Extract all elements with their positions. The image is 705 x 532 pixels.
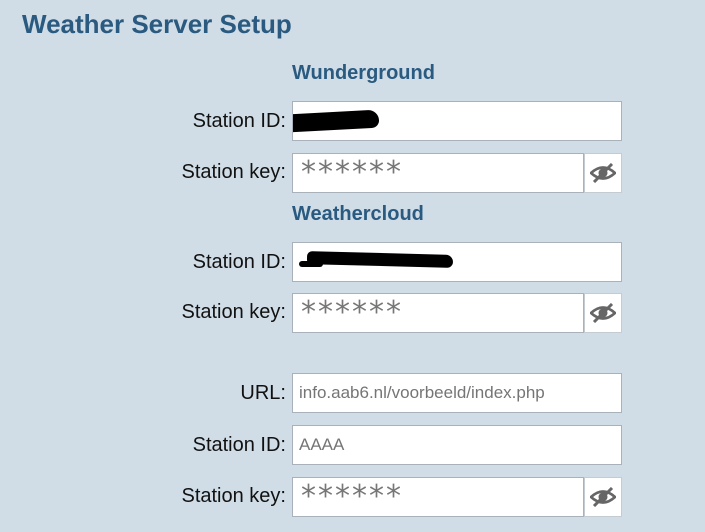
weathercloud-toggle-visibility-button[interactable] [584,293,622,333]
redaction-mark [299,261,323,267]
custom-url-label: URL: [240,382,286,404]
weathercloud-station-id-label: Station ID: [192,251,286,273]
custom-station-key-field[interactable]: ****** [292,477,584,517]
weathercloud-station-key-mask: ****** [301,295,403,330]
eye-slash-icon [590,163,616,183]
wunderground-toggle-visibility-button[interactable] [584,153,622,193]
wunderground-station-id-field[interactable] [292,101,622,141]
custom-station-key-label: Station key: [181,485,286,507]
weathercloud-heading: Weathercloud [292,203,424,225]
wunderground-station-id-label: Station ID: [192,110,286,132]
wunderground-station-key-label: Station key: [181,161,286,183]
page-title: Weather Server Setup [22,9,292,39]
custom-station-id-label: Station ID: [192,434,286,456]
weathercloud-station-key-label: Station key: [181,301,286,323]
eye-slash-icon [590,303,616,323]
custom-station-id-field[interactable] [292,425,622,465]
wunderground-station-key-mask: ****** [301,155,403,190]
weathercloud-station-key-field[interactable]: ****** [292,293,584,333]
custom-url-input[interactable] [293,374,621,412]
custom-url-field[interactable] [292,373,622,413]
custom-station-key-mask: ****** [301,479,403,514]
custom-toggle-visibility-button[interactable] [584,477,622,517]
weathercloud-station-id-field[interactable] [292,242,622,282]
wunderground-heading: Wunderground [292,62,435,84]
eye-slash-icon [590,487,616,507]
custom-station-id-input[interactable] [293,426,621,464]
wunderground-station-key-field[interactable]: ****** [292,153,584,193]
